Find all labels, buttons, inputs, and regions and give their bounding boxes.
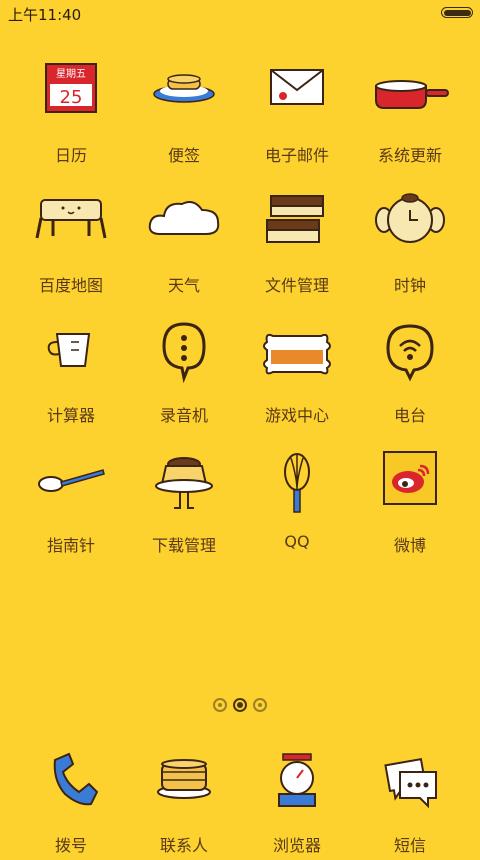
cloud-icon	[148, 201, 220, 235]
kitchen-scale-icon	[278, 753, 316, 807]
whisk-icon	[284, 453, 310, 513]
clock-icon	[375, 193, 445, 243]
app-label: 文件管理	[264, 276, 329, 295]
envelope-icon	[270, 69, 324, 105]
app-label: 百度地图	[38, 276, 103, 295]
wifi-bubble-icon	[386, 324, 434, 382]
pancake-icon	[153, 74, 215, 103]
speech-bubble-icon	[162, 322, 206, 384]
app-system-update[interactable]: 系统更新	[350, 60, 470, 190]
pudding-icon	[155, 457, 213, 509]
app-label: 时钟	[393, 276, 426, 295]
app-weather[interactable]: 天气	[124, 190, 244, 320]
app-download-manager[interactable]: 下载管理	[124, 450, 244, 580]
page-indicator	[210, 697, 270, 713]
app-label: 游戏中心	[264, 406, 329, 425]
page-dot-active[interactable]	[233, 698, 247, 712]
app-file-manager[interactable]: 文件管理	[237, 190, 357, 320]
app-qq[interactable]: QQ	[237, 450, 357, 580]
app-label: 录音机	[159, 406, 208, 425]
app-calendar[interactable]: 星期五 25 日历	[11, 60, 131, 190]
pancake-stack-icon	[157, 759, 211, 799]
status-time: 上午11:40	[8, 6, 82, 24]
calendar-weekday: 星期五	[56, 68, 86, 80]
app-label: 计算器	[46, 406, 95, 425]
app-label: 指南针	[46, 536, 95, 555]
calendar-icon: 星期五 25	[45, 63, 97, 113]
frying-pan-icon	[375, 80, 449, 109]
app-label: 下载管理	[151, 536, 216, 555]
app-game-center[interactable]: 游戏中心	[237, 320, 357, 450]
dock: 拨号 联系人 浏览器 短信	[0, 740, 480, 855]
app-label: 电子邮件	[264, 146, 329, 165]
page-dot[interactable]	[213, 698, 227, 712]
app-label: 浏览器	[272, 836, 321, 855]
spoon-icon	[38, 469, 105, 492]
app-compass[interactable]: 指南针	[11, 450, 131, 580]
app-email[interactable]: 电子邮件	[237, 60, 357, 190]
app-label: 电台	[393, 406, 426, 425]
app-clock[interactable]: 时钟	[350, 190, 470, 320]
app-label: 联系人	[159, 836, 208, 855]
app-label: 日历	[54, 146, 87, 165]
app-baidu-map[interactable]: 百度地图	[11, 190, 131, 320]
page-dot[interactable]	[253, 698, 267, 712]
app-label: 系统更新	[377, 146, 442, 165]
battery-icon	[441, 7, 473, 18]
app-label: 便签	[167, 146, 200, 165]
bone-icon	[263, 333, 331, 375]
app-label: 短信	[393, 836, 426, 855]
app-label: QQ	[284, 532, 310, 551]
app-label: 拨号	[54, 836, 87, 855]
app-label: 天气	[167, 276, 200, 295]
status-bar: 上午11:40	[0, 0, 480, 28]
weibo-icon	[383, 451, 437, 505]
app-notes[interactable]: 便签	[124, 60, 244, 190]
message-icon	[384, 757, 437, 809]
calendar-day: 25	[60, 87, 83, 108]
app-calculator[interactable]: 计算器	[11, 320, 131, 450]
app-label: 微博	[393, 536, 426, 555]
dock-messages[interactable]: 短信	[350, 750, 470, 860]
app-weibo[interactable]: 微博	[350, 450, 470, 580]
app-radio[interactable]: 电台	[350, 320, 470, 450]
phone-icon	[53, 752, 99, 806]
measuring-cup-icon	[47, 333, 91, 367]
table-icon	[35, 199, 107, 239]
stacked-boxes-icon	[266, 195, 324, 243]
dock-browser[interactable]: 浏览器	[237, 750, 357, 860]
dock-contacts[interactable]: 联系人	[124, 750, 244, 860]
dock-dialer[interactable]: 拨号	[11, 750, 131, 860]
app-recorder[interactable]: 录音机	[124, 320, 244, 450]
